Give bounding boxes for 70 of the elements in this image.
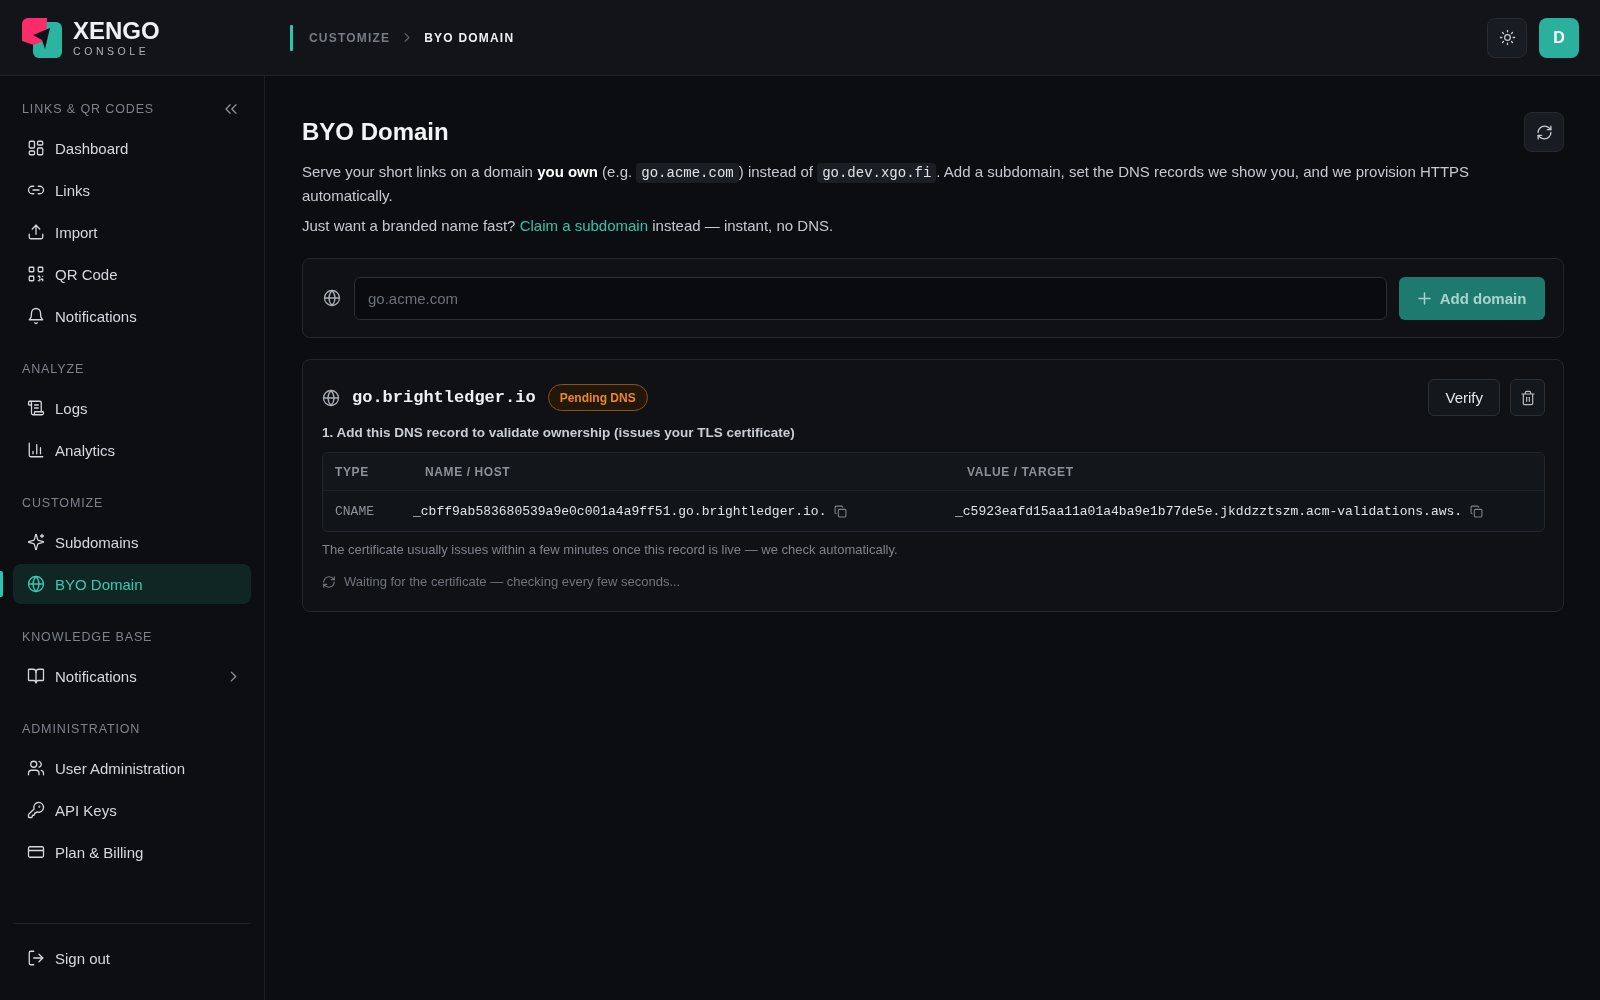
bell-icon (27, 307, 45, 325)
sign-out-button[interactable]: Sign out (13, 938, 251, 978)
sidebar-item[interactable]: Links (13, 170, 251, 210)
collapse-icon[interactable] (225, 104, 237, 114)
logo-icon (22, 17, 62, 58)
breadcrumb-link[interactable]: CUSTOMIZE (309, 30, 391, 45)
section-title: ADMINISTRATION (22, 722, 141, 736)
globe-icon (27, 575, 45, 593)
table-cell-text: CNAME (334, 503, 375, 519)
grid-icon (27, 139, 45, 157)
book-icon (27, 667, 45, 685)
sidebar-item[interactable]: Analytics (13, 430, 251, 470)
users-icon (27, 759, 45, 777)
sign-out-icon (27, 949, 45, 967)
brand-name: XENGO (73, 18, 160, 43)
upload-icon (27, 223, 45, 241)
column-header: NAME / HOST (424, 464, 512, 479)
credit-card-icon (27, 843, 45, 861)
hint-text: Just want a branded name fast? (302, 217, 517, 234)
sidebar-item[interactable]: Dashboard (13, 128, 251, 168)
delete-button[interactable] (1510, 379, 1545, 416)
refresh-button[interactable] (1524, 112, 1564, 152)
table-cell: _cbff9ab583680539a9e0c001a4a9ff51.go.brightledger.io. (413, 503, 827, 519)
verify-button[interactable]: Verify (1428, 379, 1500, 416)
sun-icon (1498, 29, 1516, 46)
note-text: The certificate usually issues within a few minutes once this record is live — we check automatically. (322, 542, 899, 558)
sidebar-item[interactable]: Notifications (13, 296, 251, 336)
sync-icon (322, 575, 336, 589)
globe-icon (322, 388, 340, 407)
sidebar-item[interactable]: BYO Domain (13, 564, 251, 604)
key-icon (27, 801, 45, 819)
status-badge: Pending DNS (547, 384, 648, 411)
intro-text: Serve your short links on a domain you own (e.g. go.acme.com ) instead of go.dev.xgo.fi . Add a subdomain, set the DNS records we show you, and we provision HTTPS automatically. (302, 162, 1471, 206)
globe-icon (323, 289, 341, 307)
sidebar-item[interactable]: Plan & Billing (13, 832, 251, 872)
section-title: KNOWLEDGE BASE (22, 630, 153, 644)
brand-tagline: CONSOLE (73, 45, 151, 57)
sidebar-item[interactable]: Notifications (13, 656, 251, 696)
step-text: 1. Add this DNS record to validate ownership (issues your TLS certificate) (322, 424, 796, 442)
sidebar-item[interactable]: Import (13, 212, 251, 252)
hint-text: instead — instant, no DNS. (651, 217, 834, 234)
theme-toggle-button[interactable] (1487, 17, 1527, 58)
table-cell: _c5923eafd15aa11a01a4ba9e1b77de5e.jkddzztszm.acm-validations.aws. (955, 503, 1463, 519)
column-header: VALUE / TARGET (966, 464, 1075, 479)
qr-code-icon (27, 265, 45, 283)
sidebar-item[interactable]: QR Code (13, 254, 251, 294)
sidebar-item[interactable]: User Administration (13, 748, 251, 788)
active-indicator (0, 571, 3, 597)
domain-name: go.brightledger.io (352, 388, 536, 407)
sidebar-item[interactable]: API Keys (13, 790, 251, 830)
claim-subdomain-link[interactable]: Claim a subdomain (519, 217, 649, 234)
section-title: ANALYZE (22, 362, 85, 376)
sidebar-item[interactable]: Logs (13, 388, 251, 428)
scroll-icon (27, 399, 45, 417)
column-header: TYPE (334, 464, 370, 479)
copy-icon[interactable] (1470, 504, 1484, 518)
breadcrumb-current: BYO DOMAIN (424, 30, 515, 45)
section-title: LINKS & QR CODES (22, 102, 155, 116)
copy-icon[interactable] (834, 504, 848, 518)
sidebar-item[interactable]: Subdomains (13, 522, 251, 562)
accent-bar (290, 24, 293, 51)
page-title: BYO Domain (302, 118, 449, 146)
chevron-right-icon (404, 33, 411, 42)
bar-chart-icon (27, 441, 45, 459)
waiting-text: Waiting for the certificate — checking every few seconds... (344, 574, 681, 590)
plus-icon (1417, 291, 1431, 305)
section-title: CUSTOMIZE (22, 496, 104, 510)
trash-icon (1519, 389, 1536, 406)
sparkle-icon (27, 533, 45, 551)
refresh-icon (1535, 123, 1553, 141)
